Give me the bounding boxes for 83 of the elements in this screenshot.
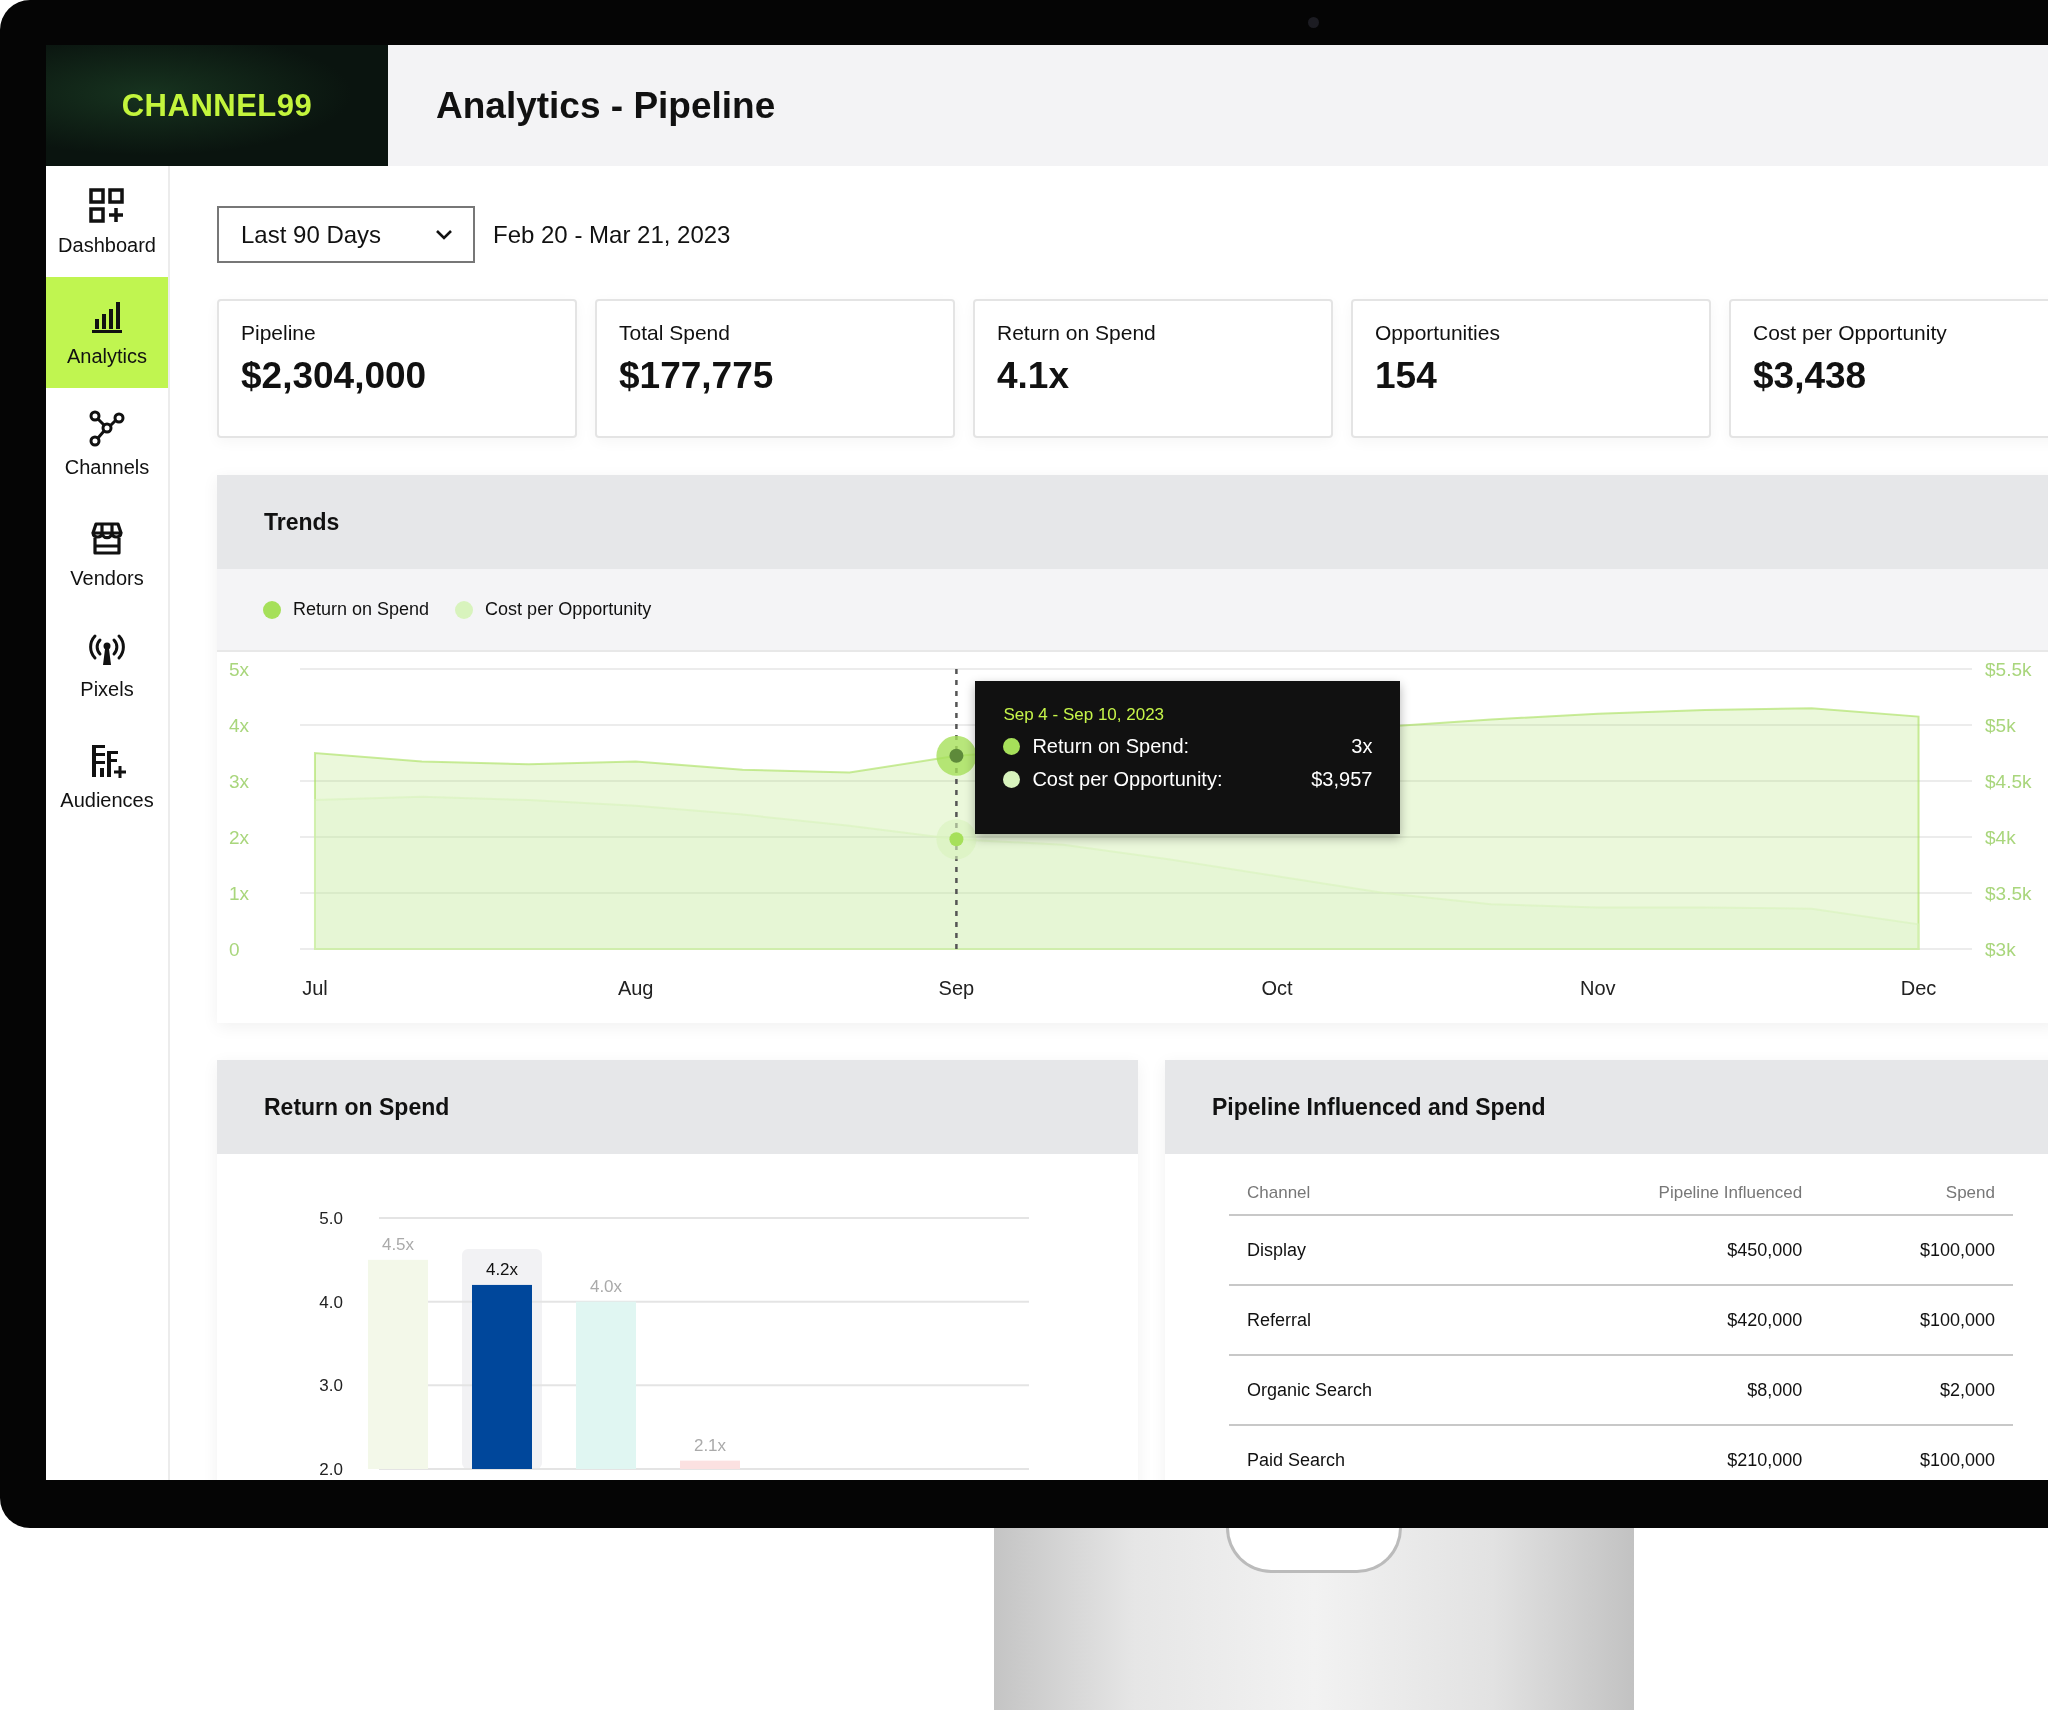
sidebar-item[interactable]: Audiences (46, 721, 168, 832)
legend-label: Cost per Opportunity (485, 599, 652, 620)
axis-label: $3k (1985, 939, 2016, 960)
axis-label: 3x (229, 771, 250, 792)
grid-icon (87, 186, 127, 226)
axis-label: Oct (1261, 977, 1293, 999)
kpi-label: Cost per Opportunity (1753, 321, 1948, 345)
network-icon (87, 408, 127, 448)
camera-dot (1308, 17, 1319, 28)
page-title: Analytics - Pipeline (436, 84, 776, 127)
bar[interactable] (680, 1460, 740, 1469)
kpi-value: $3,438 (1753, 355, 1868, 397)
panel-title: Pipeline Influenced and Spend (1212, 1093, 1546, 1121)
tooltip-title: Sep 4 - Sep 10, 2023 (1003, 705, 1166, 725)
tooltip-value: 3x (1351, 735, 1373, 758)
axis-label: $4.5k (1985, 771, 2032, 792)
table-cell: $100,000 (1820, 1285, 2013, 1355)
sidebar-item[interactable]: Channels (46, 388, 168, 499)
axis-label: 1x (229, 883, 250, 904)
table-cell: $100,000 (1820, 1215, 2013, 1285)
hover-point (936, 819, 977, 860)
table-cell: Paid Search (1229, 1425, 1509, 1480)
tooltip-label: Return on Spend: (1032, 735, 1191, 758)
kpi-label: Return on Spend (997, 321, 1157, 345)
sidebar-item[interactable]: Pixels (46, 610, 168, 721)
sidebar-item[interactable]: Dashboard (46, 166, 168, 277)
axis-label: 3.0 (319, 1376, 343, 1396)
kpi-value: 4.1x (997, 355, 1070, 397)
date-range-text: Feb 20 - Mar 21, 2023 (493, 220, 731, 249)
table-cell: $420,000 (1508, 1285, 1821, 1355)
bar-value-label: 4.2x (485, 1259, 519, 1279)
date-range-dropdown[interactable]: Last 90 Days (217, 206, 475, 263)
kpi-label: Pipeline (241, 321, 317, 345)
axis-label: 5.0 (319, 1209, 343, 1228)
axis-label: Jul (302, 977, 328, 999)
panel-title: Return on Spend (264, 1093, 450, 1121)
axis-label: Nov (1580, 977, 1616, 999)
axis-label: Dec (1900, 977, 1937, 999)
column-header: Pipeline Influenced (1508, 1172, 1821, 1215)
column-header: Channel (1229, 1172, 1509, 1215)
table-cell: $210,000 (1508, 1425, 1821, 1480)
panel-title: Trends (264, 508, 340, 536)
axis-label: $5.5k (1985, 659, 2032, 680)
kpi-value: 154 (1375, 355, 1438, 397)
axis-label: 5x (229, 659, 250, 680)
axis-label: 4x (229, 715, 250, 736)
kpi-value: $177,775 (619, 355, 775, 397)
kpi-label: Total Spend (619, 321, 731, 345)
axis-label: 0 (229, 939, 240, 960)
bar-value-label: 2.1x (693, 1435, 727, 1455)
sidebar-item[interactable]: Analytics (46, 277, 168, 388)
axis-label: 4.0 (319, 1292, 343, 1312)
table-cell: Organic Search (1229, 1355, 1509, 1425)
table-cell: $100,000 (1820, 1425, 2013, 1480)
hover-point (936, 735, 977, 776)
axis-label: Aug (617, 977, 654, 999)
axis-label: Sep (938, 977, 975, 999)
logo-text: CHANNEL99 (121, 87, 313, 124)
sidebar-item[interactable]: Vendors (46, 499, 168, 610)
axis-label: 2x (229, 827, 250, 848)
bar[interactable] (472, 1284, 532, 1469)
tooltip-label: Cost per Opportunity: (1032, 768, 1224, 791)
axis-label: 2.0 (319, 1460, 343, 1479)
axis-label: $3.5k (1985, 883, 2032, 904)
column-header: Spend (1820, 1172, 2013, 1215)
table-cell: Referral (1229, 1285, 1509, 1355)
tooltip-value: $3,957 (1311, 768, 1373, 791)
table-cell: $8,000 (1508, 1355, 1821, 1425)
tooltip-dot (1003, 738, 1021, 755)
table-cell: Display (1229, 1215, 1509, 1285)
tooltip-dot (1003, 771, 1021, 788)
table-cell: $450,000 (1508, 1215, 1821, 1285)
table-cell: $2,000 (1820, 1355, 2013, 1425)
axis-label: $5k (1985, 715, 2016, 736)
bar-value-label: 4.5x (381, 1234, 415, 1254)
bar[interactable] (576, 1301, 636, 1469)
axis-label: $4k (1985, 827, 2016, 848)
bar-value-label: 4.0x (589, 1276, 623, 1296)
bar[interactable] (368, 1259, 428, 1469)
chevron-down-icon (435, 228, 453, 241)
kpi-label: Opportunities (1375, 321, 1501, 345)
kpi-value: $2,304,000 (241, 355, 428, 397)
legend-label: Return on Spend (293, 599, 430, 620)
